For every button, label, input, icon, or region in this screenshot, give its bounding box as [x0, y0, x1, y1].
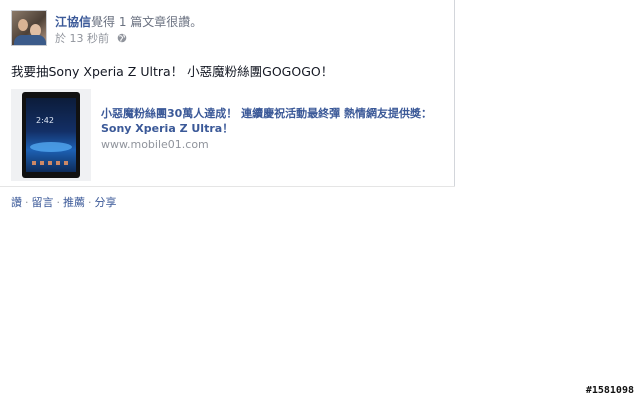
recommend-link[interactable]: 推薦 [63, 196, 85, 209]
actions-list: 讚 · 留言 · 推薦 · 分享 [11, 194, 117, 210]
link-domain: www.mobile01.com [101, 138, 209, 151]
share-link[interactable]: 分享 [95, 196, 117, 209]
wallpaper-wave [30, 142, 72, 152]
tablet-screen: 2:42 [26, 98, 76, 172]
globe-icon[interactable] [117, 33, 127, 43]
author-avatar[interactable] [11, 10, 47, 46]
link-title[interactable]: 小惡魔粉絲團30萬人達成！ 連續慶祝活動最終彈 熱情網友提供獎：Sony Xpe… [101, 106, 446, 136]
action-bar: 讚 · 留言 · 推薦 · 分享 [0, 186, 455, 215]
tablet-clock: 2:42 [36, 116, 54, 125]
link-thumbnail[interactable]: 2:42 [11, 89, 91, 181]
link-preview-card[interactable]: 2:42 小惡魔粉絲團30萬人達成！ 連續慶祝活動最終彈 熱情網友提供獎：Son… [11, 89, 446, 182]
separator: · [56, 196, 61, 209]
tablet-image: 2:42 [22, 92, 80, 178]
story-header: 江協信覺得 1 篇文章很讚。 [55, 13, 202, 30]
like-link[interactable]: 讚 [11, 196, 22, 209]
avatar-shirt [14, 35, 46, 45]
activity-text: 覺得 1 篇文章很讚。 [91, 15, 203, 29]
post-message: 我要抽Sony Xperia Z Ultra！ 小惡魔粉絲團GOGOGO！ [11, 64, 334, 79]
feed-story: 江協信覺得 1 篇文章很讚。 於 13 秒前 我要抽Sony Xperia Z … [0, 0, 455, 215]
timestamp[interactable]: 於 13 秒前 [55, 32, 109, 45]
app-dock [32, 161, 70, 165]
story-meta: 於 13 秒前 [55, 30, 127, 46]
comment-link[interactable]: 留言 [32, 196, 54, 209]
separator: · [88, 196, 92, 209]
separator: · [25, 196, 29, 209]
author-name[interactable]: 江協信 [55, 15, 91, 29]
avatar-face [18, 19, 28, 31]
watermark-id: #1581098 [585, 385, 634, 396]
